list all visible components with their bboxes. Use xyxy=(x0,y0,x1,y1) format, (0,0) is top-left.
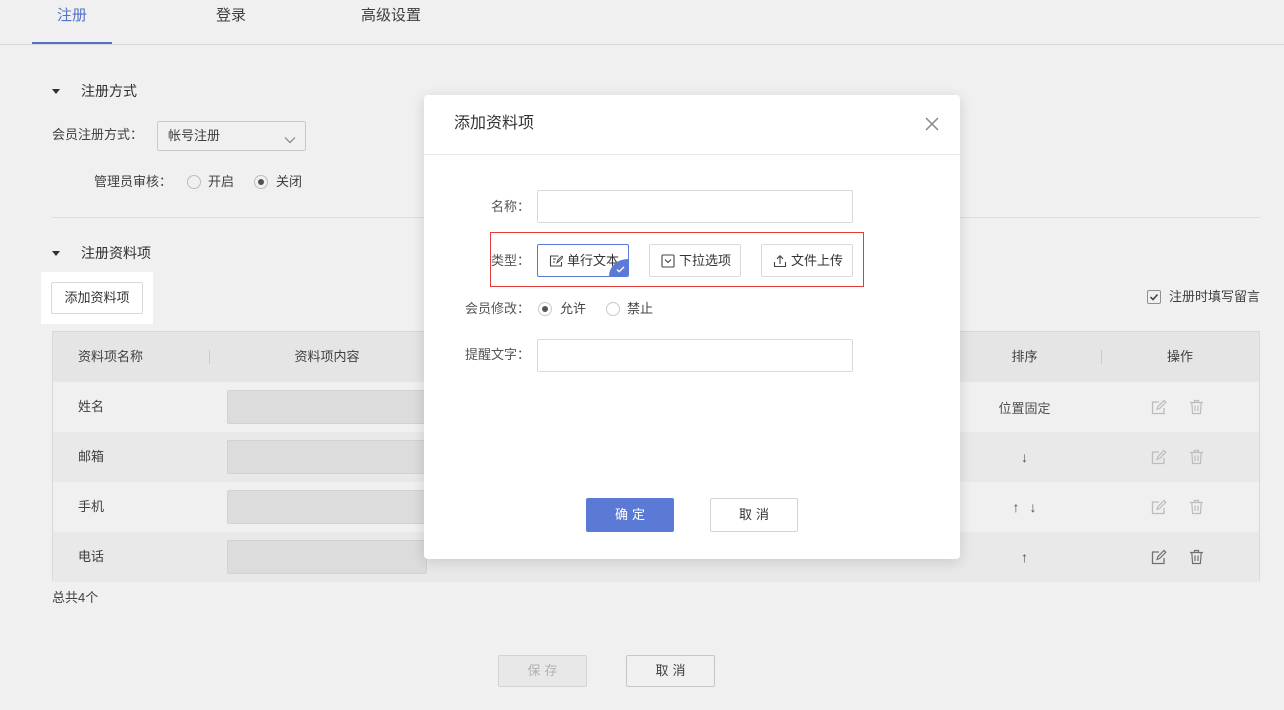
add-profile-item-button[interactable]: 添加资料项 xyxy=(51,282,143,314)
type-option-label: 文件上传 xyxy=(791,253,844,268)
hint-text-label: 提醒文字： xyxy=(464,347,530,362)
member-edit-allow-radio[interactable] xyxy=(538,302,552,316)
type-option-label: 下拉选项 xyxy=(679,253,732,268)
add-profile-item-dialog: 添加资料项 名称： 类型： 单行文本 下拉选项 文件上传 会员修改： 允许 禁止… xyxy=(424,95,960,559)
type-option-file-upload[interactable]: 文件上传 xyxy=(761,244,853,277)
dialog-title: 添加资料项 xyxy=(454,115,535,132)
hint-text-input[interactable] xyxy=(537,339,853,372)
name-input[interactable] xyxy=(537,190,853,223)
member-edit-deny[interactable]: 禁止 xyxy=(606,299,656,319)
tutorial-spotlight: 添加资料项 xyxy=(41,272,153,324)
member-edit-allow-label: 允许 xyxy=(560,301,587,316)
text-line-icon xyxy=(549,254,564,268)
confirm-button[interactable]: 确定 xyxy=(586,498,674,532)
member-edit-label: 会员修改： xyxy=(464,301,530,316)
dialog-cancel-button[interactable]: 取消 xyxy=(710,498,798,532)
type-option-dropdown[interactable]: 下拉选项 xyxy=(649,244,741,277)
member-edit-deny-label: 禁止 xyxy=(627,301,654,316)
dropdown-icon xyxy=(661,254,675,268)
type-option-single-line-text[interactable]: 单行文本 xyxy=(537,244,629,277)
dialog-header-divider xyxy=(424,154,960,155)
member-edit-allow[interactable]: 允许 xyxy=(538,299,588,319)
type-label: 类型： xyxy=(490,253,530,268)
upload-icon xyxy=(773,254,787,268)
close-icon[interactable] xyxy=(924,116,940,132)
member-edit-deny-radio[interactable] xyxy=(606,302,620,316)
name-label: 名称： xyxy=(490,199,530,214)
